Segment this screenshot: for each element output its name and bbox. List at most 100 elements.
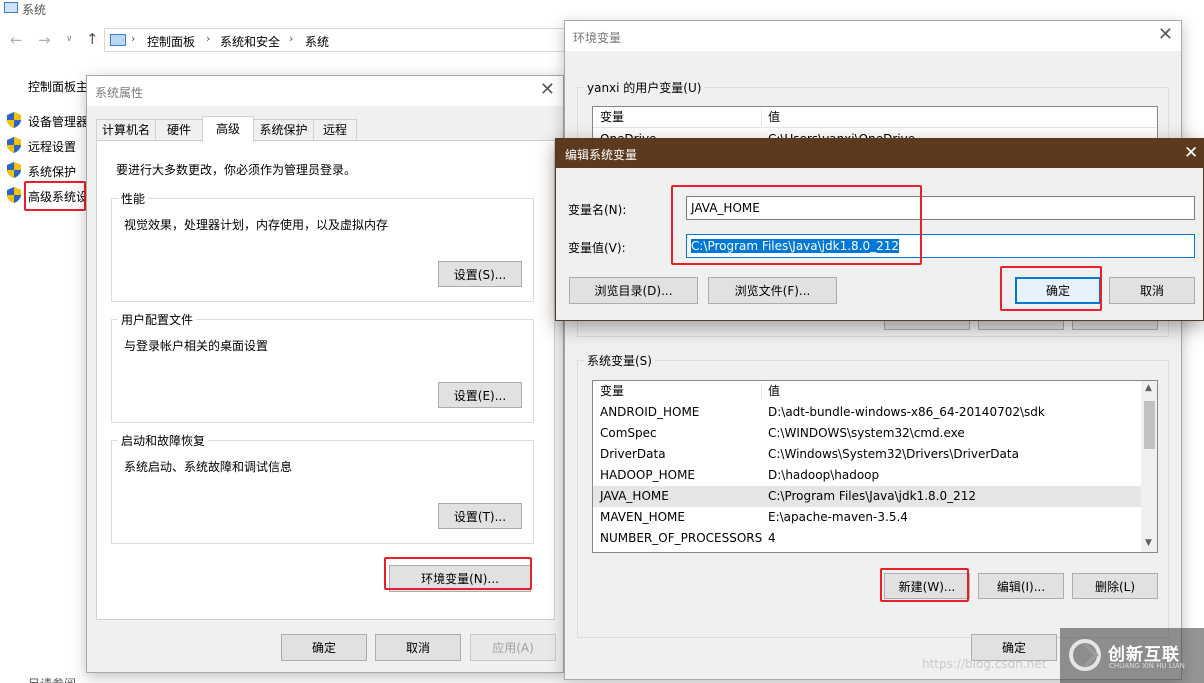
tab-computer-name[interactable]: 计算机名 [96,119,156,141]
apply-button[interactable]: 应用(A) [470,634,556,661]
watermark-logo: 创新互联 CHUANG XIN HU LIAN [1060,628,1204,683]
edit-system-variable-dialog: 编辑系统变量 ✕ 变量名(N): JAVA_HOME 变量值(V): C:\Pr… [555,138,1204,321]
system-edit-button[interactable]: 编辑(I)... [978,573,1064,599]
var-name: MAVEN_HOME [600,510,685,524]
close-icon[interactable]: ✕ [1158,25,1173,45]
system-new-button[interactable]: 新建(W)... [884,573,970,599]
cancel-button[interactable]: 取消 [1109,277,1195,304]
dialog-title: 系统属性 [95,86,144,100]
breadcrumb-system[interactable]: 系统 [305,33,329,50]
left-item-advanced[interactable]: 高级系统设 [28,188,86,205]
tab-system-protection[interactable]: 系统保护 [253,119,314,141]
var-value: C:\Program Files\Java\jdk1.8.0_212 [768,489,977,503]
environment-variables-dialog: 环境变量 ✕ yanxi 的用户变量(U) 变量 值 OneDrive C:\U… [564,20,1182,680]
tab-page: 要进行大多数更改，你必须作为管理员登录。 性能 视觉效果，处理器计划，内存使用，… [96,140,555,620]
user-vars-label: yanxi 的用户变量(U) [584,79,705,96]
var-name: DriverData [600,447,666,461]
list-header: 变量 值 [593,381,1141,402]
performance-label: 性能 [118,190,149,207]
system-vars-group: 系统变量(S) 变量 值 ANDROID_HOME D:\adt-bundle-w… [577,352,1169,638]
system-window-icon [4,2,18,13]
titlebar: 环境变量 ✕ [565,21,1181,51]
tab-hardware[interactable]: 硬件 [155,119,203,141]
close-icon[interactable]: ✕ [540,80,555,100]
column-header-value[interactable]: 值 [768,381,780,402]
cancel-button[interactable]: 取消 [375,634,461,661]
table-row[interactable]: DriverData C:\Windows\System32\Drivers\Dr… [593,444,1141,465]
tab-advanced[interactable]: 高级 [202,116,254,142]
system-vars-list[interactable]: 变量 值 ANDROID_HOME D:\adt-bundle-windows-x… [592,380,1158,553]
var-value: D:\adt-bundle-windows-x86_64-20140702\sd… [768,405,1045,419]
table-row[interactable]: NUMBER_OF_PROCESSORS 4 [593,528,1141,549]
var-value: 4 [768,531,776,545]
scrollbar[interactable]: ▲ ▼ [1141,381,1157,552]
brand-logo-icon [1069,639,1101,671]
close-icon[interactable]: ✕ [1184,143,1198,163]
forward-arrow-icon[interactable]: → [38,31,51,49]
table-row[interactable]: MAVEN_HOME E:\apache-maven-3.5.4 [593,507,1141,528]
var-value: C:\WINDOWS\system32\cmd.exe [768,426,965,440]
startup-label: 启动和故障恢复 [118,432,209,449]
table-row[interactable]: HADOOP_HOME D:\hadoop\hadoop [593,465,1141,486]
ok-button[interactable]: 确定 [1015,277,1101,304]
var-value: E:\apache-maven-3.5.4 [768,510,908,524]
ok-button[interactable]: 确定 [281,634,367,661]
startup-settings-button[interactable]: 设置(T)... [438,503,522,529]
column-header-name[interactable]: 变量 [600,107,624,128]
browse-directory-button[interactable]: 浏览目录(D)... [569,277,698,304]
environment-variables-button[interactable]: 环境变量(N)... [389,565,531,592]
breadcrumb-security[interactable]: 系统和安全 [220,33,280,50]
left-panel-header[interactable]: 控制面板主 [28,78,88,95]
system-delete-button[interactable]: 删除(L) [1072,573,1158,599]
uac-shield-icon [7,162,21,178]
titlebar: 系统属性 ✕ [87,76,563,106]
var-name: NUMBER_OF_PROCESSORS [600,531,763,545]
brand-subtitle: CHUANG XIN HU LIAN [1109,662,1185,670]
scroll-down-icon[interactable]: ▼ [1145,538,1152,548]
performance-desc: 视觉效果，处理器计划，内存使用，以及虚拟内存 [124,218,389,232]
left-item-remote[interactable]: 远程设置 [28,138,76,155]
breadcrumb-sep-icon: › [206,32,211,45]
up-arrow-icon[interactable]: ↑ [86,30,99,48]
column-header-value[interactable]: 值 [768,107,780,128]
var-value: D:\hadoop\hadoop [768,468,880,482]
tab-remote[interactable]: 远程 [313,119,357,141]
performance-group: 性能 视觉效果，处理器计划，内存使用，以及虚拟内存 设置(S)... [111,190,534,302]
left-item-protection[interactable]: 系统保护 [28,163,76,180]
variable-name-input[interactable]: JAVA_HOME [686,196,1195,220]
table-row[interactable]: ANDROID_HOME D:\adt-bundle-windows-x86_64… [593,402,1141,423]
var-name: ComSpec [600,426,657,440]
breadcrumb-sep-icon: › [131,32,136,45]
table-row-selected[interactable]: JAVA_HOME C:\Program Files\Java\jdk1.8.0_… [593,486,1141,507]
scroll-thumb[interactable] [1144,401,1155,449]
left-item-device-manager[interactable]: 设备管理器 [28,113,88,130]
admin-note: 要进行大多数更改，你必须作为管理员登录。 [116,163,357,177]
dialog-title: 环境变量 [573,31,622,45]
system-vars-label: 系统变量(S) [584,352,655,369]
breadcrumb-sep-icon: › [289,32,294,45]
variable-name-label: 变量名(N): [568,203,627,217]
user-profiles-label: 用户配置文件 [118,311,197,328]
see-also-label: 另请参阅 [28,675,76,683]
var-name: ANDROID_HOME [600,405,700,419]
performance-settings-button[interactable]: 设置(S)... [438,261,522,287]
breadcrumb-control-panel[interactable]: 控制面板 [147,33,195,50]
user-profiles-settings-button[interactable]: 设置(E)... [438,382,522,408]
address-bar[interactable]: › 控制面板 › 系统和安全 › 系统 [104,28,574,52]
column-header-name[interactable]: 变量 [600,381,624,402]
list-header: 变量 值 [593,107,1157,128]
startup-group: 启动和故障恢复 系统启动、系统故障和调试信息 设置(T)... [111,432,534,544]
variable-value-input[interactable]: C:\Program Files\Java\jdk1.8.0_212 [686,234,1195,258]
table-row[interactable]: ComSpec C:\WINDOWS\system32\cmd.exe [593,423,1141,444]
back-arrow-icon[interactable]: ← [10,31,23,49]
column-divider [761,109,762,126]
startup-desc: 系统启动、系统故障和调试信息 [124,460,293,474]
scroll-up-icon[interactable]: ▲ [1145,383,1152,393]
var-name: JAVA_HOME [600,489,669,503]
browse-file-button[interactable]: 浏览文件(F)... [708,277,837,304]
var-name: HADOOP_HOME [600,468,696,482]
recent-dropdown-icon[interactable]: ∨ [66,34,73,44]
system-properties-dialog: 系统属性 ✕ 计算机名 硬件 高级 系统保护 远程 要进行大多数更改，你必须作为… [86,75,564,673]
column-divider [761,383,762,400]
control-panel-icon [110,34,126,46]
